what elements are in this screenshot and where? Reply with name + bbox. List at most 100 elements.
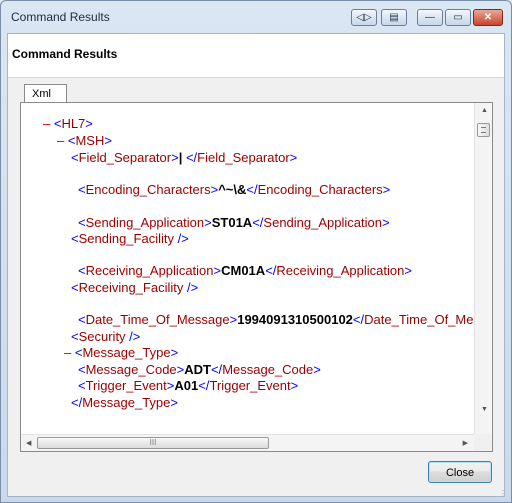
xml-tag-name: Sending_Application <box>85 215 205 230</box>
xml-bracket: < <box>71 329 79 344</box>
xml-value: CM01A <box>221 263 266 278</box>
xml-bracket: </ <box>352 312 365 327</box>
xml-tag-name: Message_Type <box>82 395 171 410</box>
xml-line: <Security /> <box>71 329 140 345</box>
scroll-right-icon[interactable]: ▶ <box>463 440 468 447</box>
xml-bracket: < <box>78 263 86 278</box>
xml-tag-name: Receiving_Application <box>276 263 405 278</box>
xml-value: A01 <box>174 378 199 393</box>
xml-bracket: </ <box>71 395 83 410</box>
xml-tag-name: Encoding_Characters <box>257 182 383 197</box>
xml-line: <Receiving_Application>CM01A</Receiving_… <box>78 263 412 279</box>
window-title: Command Results <box>11 10 110 24</box>
xml-line: <Sending_Application>ST01A</Sending_Appl… <box>78 215 390 231</box>
expand-icon[interactable]: ◁▷ <box>351 9 377 26</box>
xml-bracket: </ <box>265 263 277 278</box>
xml-bracket: < <box>78 312 86 327</box>
grip-icon <box>481 127 486 133</box>
xml-bracket: /> <box>183 280 199 295</box>
xml-line: <Field_Separator>| </Field_Separator> <box>71 150 297 166</box>
resize-grip-icon[interactable]: ⋮ <box>499 490 509 500</box>
xml-tag-name: Receiving_Application <box>85 263 214 278</box>
close-button[interactable]: Close <box>428 461 492 483</box>
xml-line: <Message_Code>ADT</Message_Code> <box>78 362 321 378</box>
xml-bracket: </ <box>182 150 198 165</box>
xml-line: <Receiving_Facility /> <box>71 280 198 296</box>
xml-tag-name: Message_Code <box>85 362 177 377</box>
command-results-window: Command Results ◁▷ ▤ — ▭ ✕ Command Resul… <box>0 0 512 503</box>
xml-tag-name: Sending_Application <box>263 215 382 230</box>
page-title: Command Results <box>12 47 118 61</box>
xml-tab-panel: – <HL7> – <MSH> <Field_Separator>| </Field… <box>20 102 493 452</box>
xml-bracket: < <box>71 231 79 246</box>
xml-line: – <MSH> <box>57 133 112 149</box>
xml-tag-name: Receiving_Facility <box>78 280 184 295</box>
vertical-scrollbar[interactable]: ▲ ▼ <box>474 103 492 435</box>
window-close-button[interactable]: ✕ <box>473 9 503 26</box>
xml-tag-name: Encoding_Characters <box>85 182 211 197</box>
xml-tag-name: Security <box>78 329 126 344</box>
xml-tag-name: Message_Type <box>82 345 171 360</box>
xml-tag-name: Field_Separator <box>78 150 172 165</box>
collapse-icon[interactable]: – <box>57 133 68 148</box>
xml-bracket: > <box>382 182 391 197</box>
header-band: Command Results <box>8 34 504 78</box>
xml-bracket: </ <box>246 182 258 197</box>
vertical-scroll-thumb[interactable] <box>477 123 490 137</box>
xml-line: <Encoding_Characters>^~\&</Encoding_Char… <box>78 182 390 198</box>
xml-bracket: > <box>104 133 112 148</box>
xml-bracket: > <box>313 362 321 377</box>
xml-tag-name: Date_Time_Of_Message <box>364 312 474 327</box>
xml-bracket: </ <box>252 215 264 230</box>
xml-line: </Message_Type> <box>71 395 178 411</box>
horizontal-scrollbar[interactable]: ◀ III ▶ <box>21 434 474 451</box>
copy-icon[interactable]: ▤ <box>381 9 407 26</box>
xml-bracket: > <box>381 215 390 230</box>
xml-value: 1994091310500102 <box>237 312 353 327</box>
xml-bracket: > <box>204 215 212 230</box>
scroll-up-icon[interactable]: ▲ <box>481 107 488 114</box>
xml-bracket: > <box>213 263 222 278</box>
xml-line: – <Message_Type> <box>64 345 178 361</box>
scrollbar-corner <box>474 434 492 451</box>
xml-bracket: < <box>78 215 86 230</box>
maximize-button[interactable]: ▭ <box>445 9 471 26</box>
xml-viewer[interactable]: – <HL7> – <MSH> <Field_Separator>| </Field… <box>21 103 474 435</box>
tab-xml[interactable]: Xml <box>24 84 67 103</box>
xml-tag-name: Sending_Facility <box>78 231 174 246</box>
xml-tag-name: Trigger_Event <box>209 378 291 393</box>
xml-line: <Sending_Facility /> <box>71 231 189 247</box>
xml-line: <Trigger_Event>A01</Trigger_Event> <box>78 378 298 394</box>
scroll-down-icon[interactable]: ▼ <box>481 406 488 413</box>
xml-bracket: > <box>404 263 412 278</box>
xml-line: – <HL7> <box>43 116 93 132</box>
horizontal-scroll-thumb[interactable]: III <box>37 437 269 449</box>
xml-tag-name: Message_Code <box>222 362 314 377</box>
xml-bracket: > <box>170 345 179 360</box>
xml-value: ^~\& <box>218 182 247 197</box>
xml-tag-name: Trigger_Event <box>85 378 167 393</box>
xml-tag-name: Field_Separator <box>197 150 290 165</box>
minimize-button[interactable]: — <box>417 9 443 26</box>
scroll-left-icon[interactable]: ◀ <box>26 440 31 447</box>
xml-bracket: /> <box>173 231 189 246</box>
title-bar[interactable]: Command Results ◁▷ ▤ — ▭ ✕ <box>1 1 511 33</box>
xml-line: <Date_Time_Of_Message>1994091310500102</… <box>78 312 474 328</box>
xml-tag-name: HL7 <box>61 116 86 131</box>
xml-bracket: </ <box>210 362 223 377</box>
xml-bracket: > <box>171 150 179 165</box>
xml-bracket: </ <box>198 378 210 393</box>
xml-bracket: < <box>71 280 79 295</box>
dialog-content: Command Results Xml – <HL7> – <MSH> <Field… <box>7 33 505 497</box>
xml-bracket: < <box>78 378 86 393</box>
collapse-icon[interactable]: – <box>64 345 75 360</box>
collapse-icon[interactable]: – <box>43 116 54 131</box>
xml-bracket: > <box>289 150 298 165</box>
xml-value: ST01A <box>211 215 253 230</box>
xml-bracket: /> <box>125 329 141 344</box>
xml-bracket: > <box>85 116 93 131</box>
xml-bracket: > <box>290 378 299 393</box>
xml-bracket: > <box>170 395 178 410</box>
xml-tag-name: MSH <box>75 133 105 148</box>
xml-tag-name: Date_Time_Of_Message <box>85 312 230 327</box>
